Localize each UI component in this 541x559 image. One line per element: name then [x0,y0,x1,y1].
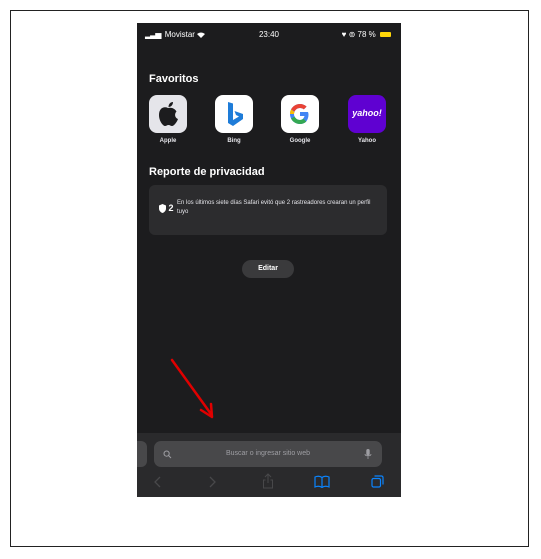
favorite-google[interactable]: Google [280,95,320,144]
favorite-bing[interactable]: Bing [214,95,254,144]
back-icon[interactable] [153,475,163,489]
heart-icon: ♥ [341,30,347,39]
previous-tab-peek[interactable] [137,441,147,467]
alarm-icon: ⊚ [348,30,356,39]
status-right: ♥ ⊚ 78 % [342,30,391,39]
edit-button[interactable]: Editar [242,260,294,278]
bottom-bar: Buscar o ingresar sitio web [137,433,401,497]
privacy-title: Reporte de privacidad [149,166,265,178]
favorite-label: Google [289,138,311,144]
status-bar: ▂▃▅ Movistar 23:40 ♥ ⊚ 78 % [137,23,401,43]
yahoo-logo-text: yahoo! [352,108,382,118]
bookmarks-icon[interactable] [314,475,330,488]
shield-icon [159,204,166,214]
favorite-label: Apple [159,138,177,144]
privacy-report-card[interactable]: 2 En los últimos siete días Safari evitó… [149,185,387,235]
privacy-description: En los últimos siete días Safari evitó q… [177,200,371,215]
favorite-yahoo[interactable]: yahoo! Yahoo [347,95,387,144]
address-placeholder: Buscar o ingresar sitio web [225,450,311,457]
favorite-apple[interactable]: Apple [148,95,188,144]
apple-icon [149,95,187,133]
tracker-count-value: 2 [168,203,174,213]
share-icon[interactable] [262,473,274,489]
favorite-label: Bing [227,138,241,144]
tabs-icon[interactable] [371,475,384,488]
microphone-icon[interactable] [364,449,372,460]
bing-icon [215,95,253,133]
favorite-label: Yahoo [357,138,376,144]
yahoo-icon: yahoo! [348,95,386,133]
phone-screen: ▂▃▅ Movistar 23:40 ♥ ⊚ 78 % Favoritos Ap… [137,23,401,497]
favorites-title: Favoritos [149,73,199,85]
address-bar[interactable]: Buscar o ingresar sitio web [154,441,382,467]
google-icon [281,95,319,133]
battery-percent: 78 % [357,30,376,39]
battery-icon [380,32,391,38]
forward-icon[interactable] [207,475,217,489]
tracker-count: 2 [159,203,174,214]
